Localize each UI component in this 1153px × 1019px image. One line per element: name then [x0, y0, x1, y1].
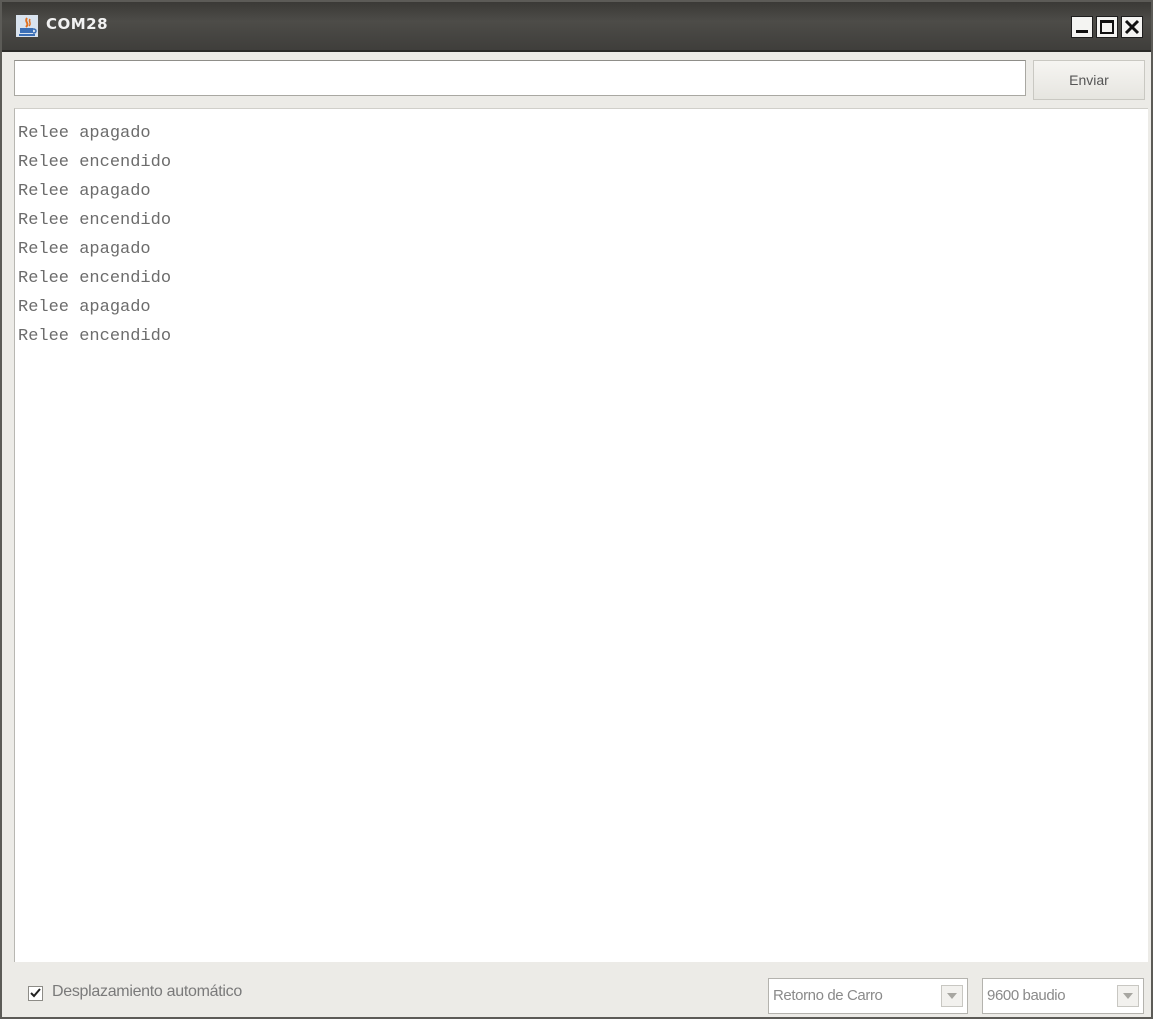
close-icon	[1124, 19, 1140, 35]
minimize-icon	[1076, 30, 1088, 33]
autoscroll-label[interactable]: Desplazamiento automático	[52, 983, 242, 1001]
window-title: COM28	[46, 15, 109, 33]
output-line: Relee apagado	[18, 240, 151, 259]
output-line: Relee apagado	[18, 298, 151, 317]
dropdown-arrow-button[interactable]	[1117, 985, 1139, 1007]
output-line: Relee encendido	[18, 269, 172, 288]
serial-monitor-window: COM28 Enviar Relee apagado Relee encendi…	[0, 0, 1153, 1019]
chevron-down-icon	[947, 993, 957, 999]
close-button[interactable]	[1121, 16, 1143, 38]
line-ending-value: Retorno de Carro	[773, 987, 883, 1004]
output-line: Relee apagado	[18, 182, 151, 201]
baud-rate-select[interactable]: 9600 baudio	[982, 978, 1144, 1014]
output-line: Relee encendido	[18, 153, 172, 172]
maximize-button[interactable]	[1096, 16, 1118, 38]
autoscroll-checkbox[interactable]	[28, 986, 43, 1001]
send-input[interactable]	[14, 60, 1026, 96]
baud-rate-value: 9600 baudio	[987, 987, 1066, 1004]
minimize-button[interactable]	[1071, 16, 1093, 38]
title-bar[interactable]: COM28	[2, 2, 1151, 52]
dropdown-arrow-button[interactable]	[941, 985, 963, 1007]
output-line: Relee encendido	[18, 211, 172, 230]
serial-output[interactable]: Relee apagado Relee encendido Relee apag…	[14, 108, 1148, 962]
maximize-icon	[1100, 20, 1114, 34]
checkmark-icon	[30, 988, 41, 998]
chevron-down-icon	[1123, 993, 1133, 999]
output-line: Relee apagado	[18, 124, 151, 143]
send-button[interactable]: Enviar	[1033, 60, 1145, 100]
java-app-icon	[16, 15, 38, 37]
line-ending-select[interactable]: Retorno de Carro	[768, 978, 968, 1014]
output-line: Relee encendido	[18, 327, 172, 346]
